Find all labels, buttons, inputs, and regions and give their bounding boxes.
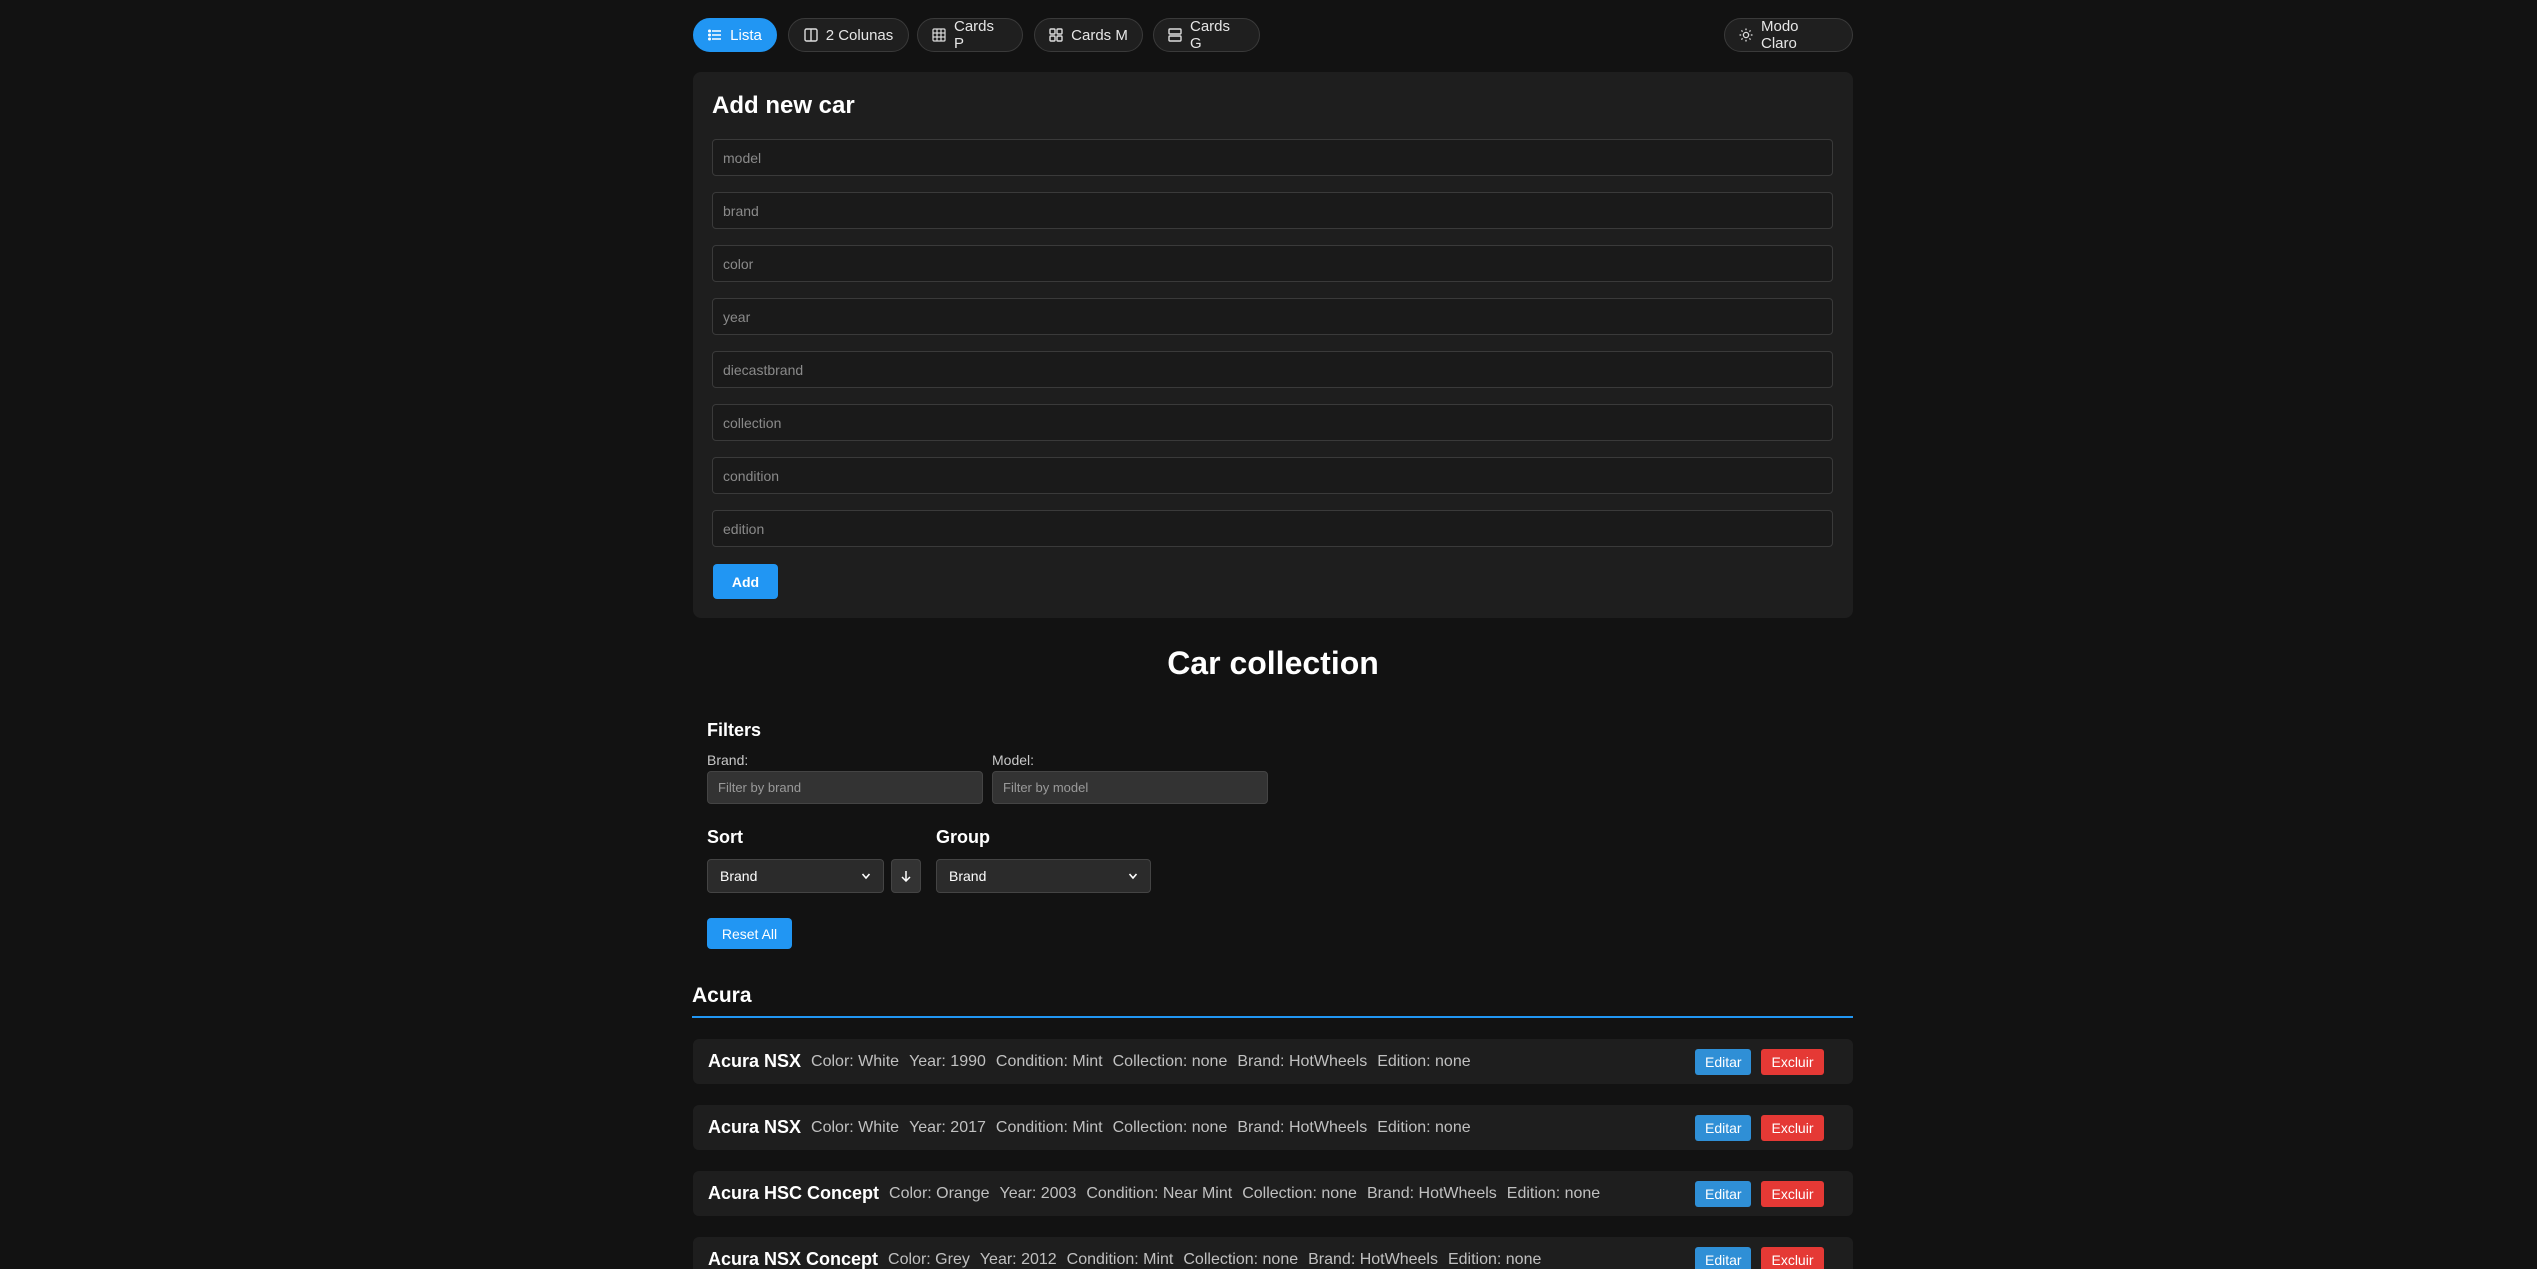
diecastbrand-input[interactable] bbox=[712, 351, 1833, 388]
car-brand: Brand: HotWheels bbox=[1237, 1118, 1368, 1136]
car-row: Acura NSX Color: White Year: 1990 Condit… bbox=[693, 1039, 1853, 1084]
car-condition: Condition: Near Mint bbox=[1086, 1184, 1233, 1202]
color-input[interactable] bbox=[712, 245, 1833, 282]
edit-button[interactable]: Editar bbox=[1695, 1181, 1751, 1207]
group-divider bbox=[692, 1016, 1853, 1018]
car-color: Color: Grey bbox=[888, 1250, 970, 1268]
sort-title: Sort bbox=[707, 827, 743, 847]
car-color: Color: White bbox=[811, 1052, 900, 1070]
car-edition: Edition: none bbox=[1447, 1250, 1542, 1268]
car-year: Year: 2017 bbox=[909, 1118, 986, 1136]
add-car-title: Add new car bbox=[712, 92, 855, 119]
view-toolbar: Lista 2 Colunas Cards P Cards M Cards G … bbox=[693, 18, 1853, 52]
year-input[interactable] bbox=[712, 298, 1833, 335]
edition-input[interactable] bbox=[712, 510, 1833, 547]
chevron-down-icon bbox=[861, 873, 871, 880]
sun-icon bbox=[1739, 28, 1753, 42]
view-cards-g-button[interactable]: Cards G bbox=[1153, 18, 1260, 52]
group-select-value: Brand bbox=[949, 868, 987, 884]
add-car-form: Add new car Add bbox=[693, 72, 1853, 618]
car-collection: Collection: none bbox=[1112, 1118, 1228, 1136]
group-select[interactable]: Brand bbox=[936, 859, 1151, 893]
sort-direction-button[interactable] bbox=[891, 859, 921, 893]
car-edition: Edition: none bbox=[1377, 1052, 1471, 1070]
sort-select-value: Brand bbox=[720, 868, 758, 884]
car-row: Acura HSC Concept Color: Orange Year: 20… bbox=[693, 1171, 1853, 1216]
car-collection: Collection: none bbox=[1242, 1184, 1357, 1202]
row-actions: Editar Excluir bbox=[1695, 1115, 1824, 1141]
car-model: Acura NSX bbox=[708, 1051, 802, 1071]
view-cards-m-button[interactable]: Cards M bbox=[1034, 18, 1143, 52]
grid-large-icon bbox=[1168, 28, 1182, 42]
list-icon bbox=[708, 29, 722, 41]
delete-button[interactable]: Excluir bbox=[1761, 1049, 1824, 1075]
car-collection: Collection: none bbox=[1183, 1250, 1299, 1268]
brand-input[interactable] bbox=[712, 192, 1833, 229]
arrow-down-icon bbox=[901, 871, 911, 882]
car-edition: Edition: none bbox=[1377, 1118, 1471, 1136]
edit-button[interactable]: Editar bbox=[1695, 1247, 1751, 1269]
view-lista-button[interactable]: Lista bbox=[693, 18, 777, 52]
model-input[interactable] bbox=[712, 139, 1833, 176]
grid-medium-icon bbox=[1049, 28, 1063, 42]
row-actions: Editar Excluir bbox=[1695, 1049, 1824, 1075]
car-year: Year: 1990 bbox=[909, 1052, 986, 1070]
car-condition: Condition: Mint bbox=[1066, 1250, 1174, 1268]
brand-filter-input[interactable] bbox=[707, 771, 983, 804]
sort-select[interactable]: Brand bbox=[707, 859, 884, 893]
car-model: Acura HSC Concept bbox=[708, 1183, 880, 1203]
car-color: Color: Orange bbox=[889, 1184, 990, 1202]
theme-toggle-label: Modo Claro bbox=[1761, 18, 1799, 52]
car-edition: Edition: none bbox=[1506, 1184, 1601, 1202]
car-model: Acura NSX Concept bbox=[708, 1249, 879, 1269]
grid-small-icon bbox=[932, 28, 946, 42]
view-cards-g-label: Cards G bbox=[1190, 18, 1231, 52]
view-cards-p-button[interactable]: Cards P bbox=[917, 18, 1023, 52]
view-lista-label: Lista bbox=[730, 26, 762, 44]
delete-button[interactable]: Excluir bbox=[1761, 1181, 1824, 1207]
car-year: Year: 2012 bbox=[979, 1250, 1057, 1268]
view-cards-m-label: Cards M bbox=[1071, 26, 1128, 44]
delete-button[interactable]: Excluir bbox=[1761, 1115, 1824, 1141]
car-brand: Brand: HotWheels bbox=[1237, 1052, 1368, 1070]
view-cards-p-label: Cards P bbox=[954, 18, 995, 52]
collection-title: Car collection bbox=[1167, 645, 1379, 681]
brand-filter-label: Brand: bbox=[707, 752, 749, 768]
edit-button[interactable]: Editar bbox=[1695, 1049, 1751, 1075]
reset-all-button[interactable]: Reset All bbox=[707, 918, 792, 949]
car-brand: Brand: HotWheels bbox=[1308, 1250, 1438, 1268]
car-brand: Brand: HotWheels bbox=[1366, 1184, 1497, 1202]
view-2-colunas-label: 2 Colunas bbox=[825, 26, 894, 44]
car-row: Acura NSX Concept Color: Grey Year: 2012… bbox=[693, 1237, 1853, 1269]
car-color: Color: White bbox=[811, 1118, 900, 1136]
model-filter-input[interactable] bbox=[992, 771, 1268, 804]
collection-input[interactable] bbox=[712, 404, 1833, 441]
car-condition: Condition: Mint bbox=[995, 1118, 1103, 1136]
view-2-colunas-button[interactable]: 2 Colunas bbox=[788, 18, 909, 52]
car-condition: Condition: Mint bbox=[995, 1052, 1103, 1070]
row-actions: Editar Excluir bbox=[1695, 1247, 1824, 1269]
car-collection: Collection: none bbox=[1112, 1052, 1228, 1070]
columns-icon bbox=[804, 28, 818, 42]
group-title: Group bbox=[936, 827, 990, 847]
car-year: Year: 2003 bbox=[999, 1184, 1077, 1202]
chevron-down-icon bbox=[1128, 873, 1138, 880]
model-filter-label: Model: bbox=[992, 752, 1035, 768]
condition-input[interactable] bbox=[712, 457, 1833, 494]
add-car-button[interactable]: Add bbox=[713, 564, 778, 599]
edit-button[interactable]: Editar bbox=[1695, 1115, 1751, 1141]
car-row: Acura NSX Color: White Year: 2017 Condit… bbox=[693, 1105, 1853, 1150]
group-heading: Acura bbox=[692, 984, 752, 1007]
delete-button[interactable]: Excluir bbox=[1761, 1247, 1824, 1269]
filters-title: Filters bbox=[707, 720, 762, 740]
row-actions: Editar Excluir bbox=[1695, 1181, 1824, 1207]
car-model: Acura NSX bbox=[708, 1117, 802, 1137]
page: Lista 2 Colunas Cards P Cards M Cards G … bbox=[0, 0, 2537, 1269]
theme-toggle-button[interactable]: Modo Claro bbox=[1724, 18, 1853, 52]
